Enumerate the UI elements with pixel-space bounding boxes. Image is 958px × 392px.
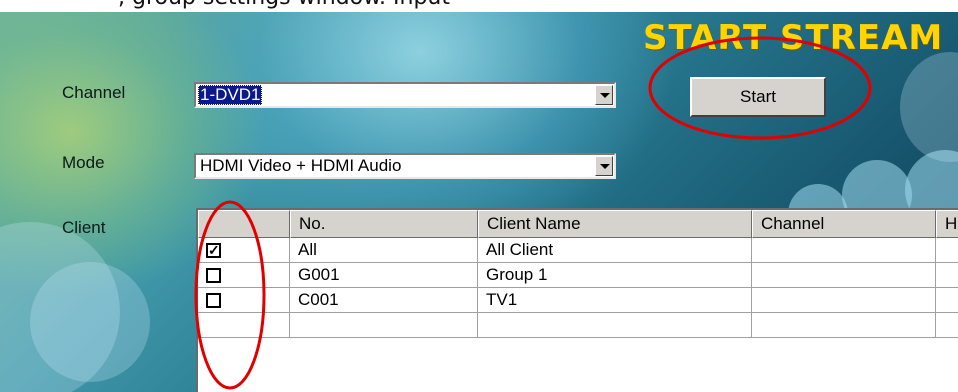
channel-label: Channel [62, 83, 126, 102]
row-no: C001 [290, 288, 478, 313]
top-strip: , group settings window. Input [0, 0, 958, 12]
mode-select[interactable]: HDMI Video + HDMI Audio [194, 153, 616, 179]
row-client-name: TV1 [478, 288, 752, 313]
table-row[interactable]: C001 TV1 [198, 288, 958, 313]
row-no: All [290, 238, 478, 263]
client-table: No. Client Name Channel H ✓ All All Clie… [196, 208, 958, 392]
chevron-down-icon[interactable] [595, 156, 613, 176]
row-channel [752, 263, 936, 288]
client-label: Client [62, 218, 106, 237]
row-checkbox[interactable]: ✓ [206, 243, 221, 258]
chevron-down-icon[interactable] [595, 85, 613, 105]
table-row[interactable]: G001 Group 1 [198, 263, 958, 288]
column-header-h[interactable]: H [936, 210, 958, 238]
decor-bubble [900, 52, 958, 162]
row-select-cell [198, 313, 290, 338]
table-header: No. Client Name Channel H [198, 210, 958, 238]
row-h [936, 313, 958, 338]
row-client-name: All Client [478, 238, 752, 263]
decor-bubble [30, 262, 150, 382]
row-checkbox[interactable] [206, 293, 221, 308]
table-row-empty [198, 313, 958, 338]
row-checkbox[interactable] [206, 268, 221, 283]
row-client-name: Group 1 [478, 263, 752, 288]
row-no: G001 [290, 263, 478, 288]
column-header-no[interactable]: No. [290, 210, 478, 238]
channel-select-value: 1-DVD1 [198, 85, 263, 105]
row-h [936, 238, 958, 263]
row-channel [752, 238, 936, 263]
row-select-cell [198, 263, 290, 288]
row-select-cell: ✓ [198, 238, 290, 263]
row-channel [752, 288, 936, 313]
column-header-select[interactable] [198, 210, 290, 238]
row-select-cell [198, 288, 290, 313]
column-header-channel[interactable]: Channel [752, 210, 936, 238]
start-button[interactable]: Start [690, 77, 826, 117]
row-no [290, 313, 478, 338]
row-h [936, 263, 958, 288]
row-client-name [478, 313, 752, 338]
row-channel [752, 313, 936, 338]
page-title: START STREAM [643, 18, 944, 58]
column-header-client-name[interactable]: Client Name [478, 210, 752, 238]
mode-label: Mode [62, 153, 105, 172]
top-caption: , group settings window. Input [118, 0, 450, 10]
row-h [936, 288, 958, 313]
channel-select[interactable]: 1-DVD1 [194, 82, 616, 108]
mode-select-value: HDMI Video + HDMI Audio [200, 156, 402, 175]
table-row[interactable]: ✓ All All Client [198, 238, 958, 263]
